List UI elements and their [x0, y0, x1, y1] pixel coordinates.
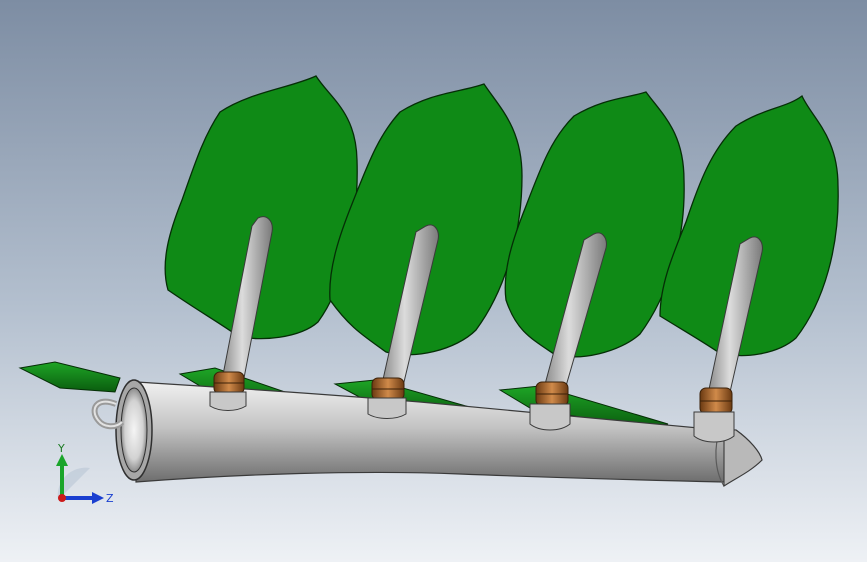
triad-y-label: Y [57, 442, 65, 455]
pipe-opening [115, 379, 153, 481]
graphics-viewport[interactable]: Y Z [0, 0, 867, 562]
triad-y-arrow [56, 454, 68, 466]
triad-z-label: Z [106, 492, 114, 505]
coordinate-triad: Y Z [56, 442, 114, 505]
triad-x-axis [58, 494, 66, 502]
triad-z-arrow [92, 492, 104, 504]
model-scene[interactable] [0, 0, 867, 562]
